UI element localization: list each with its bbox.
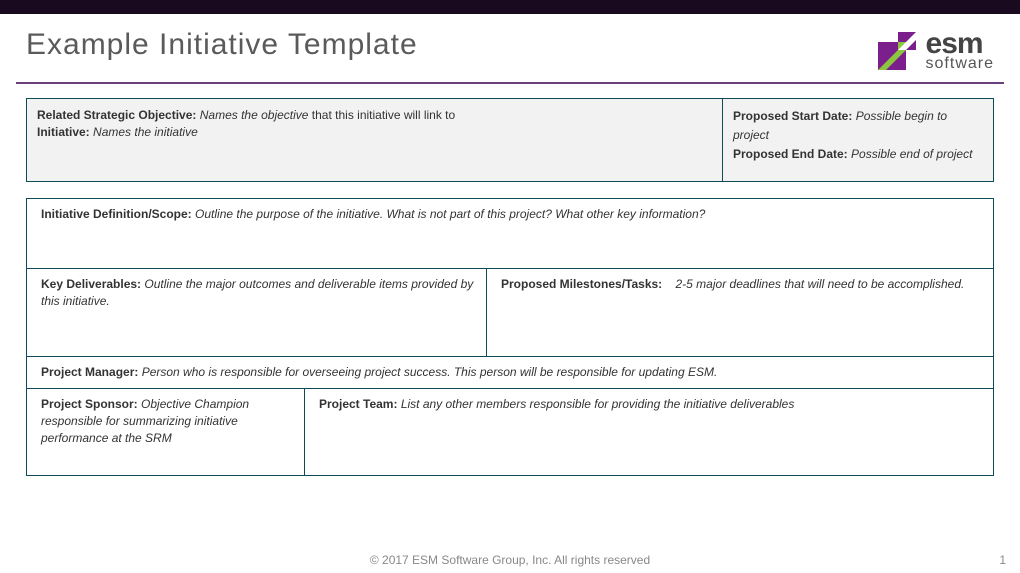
top-bar bbox=[0, 0, 1020, 14]
pm-text: Person who is responsible for overseeing… bbox=[142, 365, 718, 379]
main-table: Initiative Definition/Scope: Outline the… bbox=[26, 198, 994, 476]
milestones-label: Proposed Milestones/Tasks: bbox=[501, 277, 662, 291]
initiative-label: Initiative: bbox=[37, 125, 90, 139]
deliverables-label: Key Deliverables: bbox=[41, 277, 141, 291]
pm-label: Project Manager: bbox=[41, 365, 138, 379]
top-info-box: Related Strategic Objective: Names the o… bbox=[26, 98, 994, 182]
header: Example Initiative Template esm software bbox=[0, 14, 1020, 82]
end-date-label: Proposed End Date: bbox=[733, 147, 848, 161]
content: Related Strategic Objective: Names the o… bbox=[0, 98, 1020, 476]
related-objective-italic: Names the objective bbox=[200, 108, 309, 122]
header-divider bbox=[16, 82, 1004, 84]
row-deliverables: Key Deliverables: Outline the major outc… bbox=[27, 269, 993, 357]
sponsor-label: Project Sponsor: bbox=[41, 397, 138, 411]
scope-label: Initiative Definition/Scope: bbox=[41, 207, 192, 221]
initiative-text: Names the initiative bbox=[93, 125, 198, 139]
scope-text: Outline the purpose of the initiative. W… bbox=[195, 207, 705, 221]
row-scope: Initiative Definition/Scope: Outline the… bbox=[27, 199, 993, 269]
row-bottom: Project Sponsor: Objective Champion resp… bbox=[27, 389, 993, 475]
footer-copyright: © 2017 ESM Software Group, Inc. All righ… bbox=[0, 553, 1020, 567]
top-info-right: Proposed Start Date: Possible begin to p… bbox=[723, 99, 993, 181]
team-text: List any other members responsible for p… bbox=[401, 397, 795, 411]
logo: esm software bbox=[874, 28, 994, 74]
related-objective-label: Related Strategic Objective: bbox=[37, 108, 196, 122]
row-project-manager: Project Manager: Person who is responsib… bbox=[27, 357, 993, 389]
team-label: Project Team: bbox=[319, 397, 397, 411]
related-objective-tail: that this initiative will link to bbox=[308, 108, 455, 122]
logo-esm: esm bbox=[926, 30, 994, 57]
logo-icon bbox=[874, 28, 920, 74]
page-number: 1 bbox=[999, 553, 1006, 567]
page-title: Example Initiative Template bbox=[26, 28, 418, 62]
milestones-text: 2-5 major deadlines that will need to be… bbox=[676, 277, 965, 291]
top-info-left: Related Strategic Objective: Names the o… bbox=[27, 99, 723, 181]
end-date-text: Possible end of project bbox=[851, 147, 972, 161]
logo-software: software bbox=[926, 57, 994, 71]
logo-text: esm software bbox=[926, 30, 994, 71]
start-date-label: Proposed Start Date: bbox=[733, 109, 852, 123]
